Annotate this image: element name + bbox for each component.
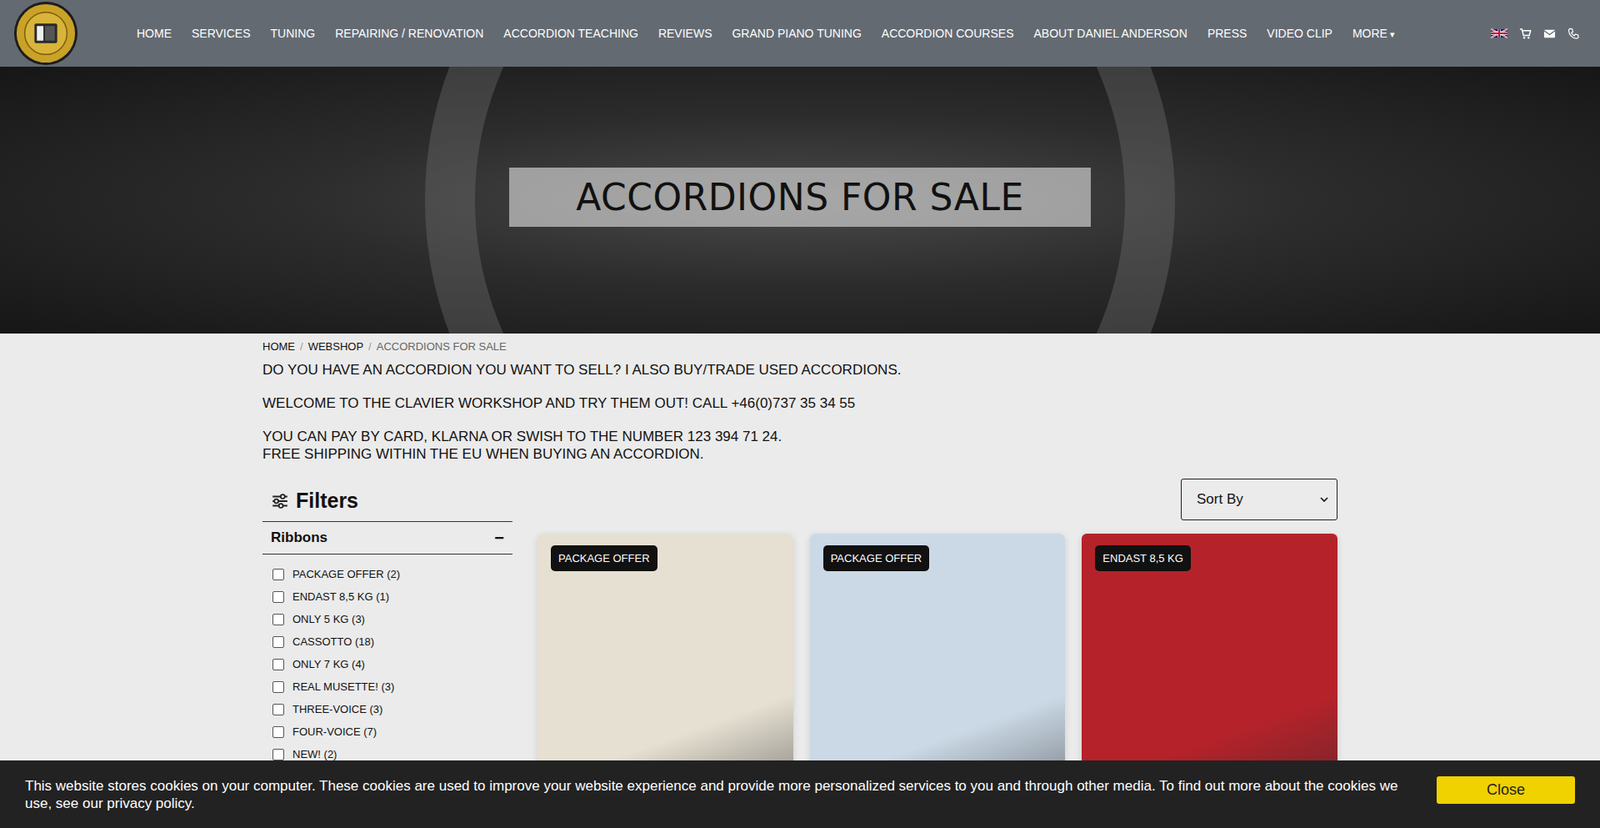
filter-list: PACKAGE OFFER (2) ENDAST 8,5 KG (1) ONLY 5… (262, 554, 513, 765)
breadcrumb: HOME / WEBSHOP / ACCORDIONS FOR SALE (262, 340, 1338, 353)
filter-label: FOUR-VOICE (7) (292, 725, 377, 738)
nav-item[interactable]: TUNING (270, 26, 316, 40)
intro-line: YOU CAN PAY BY CARD, KLARNA OR SWISH TO … (262, 427, 1338, 445)
nav-item[interactable]: SERVICES (191, 26, 251, 40)
filter-label: ENDAST 8,5 KG (1) (292, 590, 390, 603)
ribbon-badge: PACKAGE OFFER (550, 545, 658, 571)
checkbox[interactable] (272, 613, 285, 625)
close-button[interactable]: Close (1436, 775, 1575, 804)
checkbox[interactable] (272, 703, 285, 715)
filter-item[interactable]: THREE-VOICE (3) (272, 697, 513, 720)
breadcrumb-item[interactable]: WEBSHOP (308, 340, 364, 353)
content: HOME / WEBSHOP / ACCORDIONS FOR SALE DO YOU H… (262, 333, 1338, 828)
hero-banner: ACCORDIONS FOR SALE (0, 66, 1600, 334)
filter-label: NEW! (2) (292, 747, 337, 760)
header-icons (1490, 27, 1587, 40)
nav-item[interactable]: GRAND PIANO TUNING (731, 26, 861, 40)
phone-icon[interactable] (1567, 27, 1580, 40)
chevron-down-icon (1320, 496, 1329, 502)
logo-icon[interactable] (13, 0, 79, 66)
envelope-icon[interactable] (1543, 27, 1556, 40)
collapse-toggle[interactable]: − (494, 529, 505, 546)
nav-item[interactable]: REVIEWS (658, 26, 713, 40)
checkbox[interactable] (272, 748, 285, 760)
nav-item[interactable]: PRESS (1207, 26, 1247, 40)
intro-line: DO YOU HAVE AN ACCORDION YOU WANT TO SEL… (262, 360, 1338, 379)
filter-label: REAL MUSETTE! (3) (292, 680, 395, 693)
nav-item[interactable]: ACCORDION TEACHING (503, 26, 639, 40)
cookie-text: This website stores cookies on your comp… (25, 776, 1417, 812)
filter-label: PACKAGE OFFER (2) (292, 567, 400, 580)
filter-item[interactable]: PACKAGE OFFER (2) (272, 562, 513, 585)
caret-icon: ▾ (1390, 29, 1395, 40)
uk-flag-icon[interactable] (1490, 28, 1508, 39)
filter-label: THREE-VOICE (3) (292, 702, 383, 715)
filter-item[interactable]: REAL MUSETTE! (3) (272, 675, 513, 698)
hero-title: ACCORDIONS FOR SALE (509, 167, 1090, 227)
checkbox[interactable] (272, 590, 285, 603)
filter-item[interactable]: ENDAST 8,5 KG (1) (272, 585, 513, 608)
nav-item[interactable]: ACCORDION COURSES (881, 26, 1015, 40)
filter-item[interactable]: CASSOTTO (18) (272, 630, 513, 653)
filter-label: ONLY 7 KG (4) (292, 657, 365, 670)
breadcrumb-item: ACCORDIONS FOR SALE (376, 340, 507, 353)
cookie-banner: This website stores cookies on your comp… (0, 760, 1600, 828)
nav-item[interactable]: MORE▾ (1352, 26, 1395, 40)
sort-placeholder: Sort By (1196, 490, 1244, 508)
main-nav: HOME SERVICES TUNING REPAIRING / RENOVATION… (136, 26, 1395, 40)
checkbox[interactable] (272, 725, 285, 738)
filter-item[interactable]: FOUR-VOICE (7) (272, 720, 513, 743)
sort-row: Sort By (537, 478, 1338, 520)
filter-item[interactable]: ONLY 5 KG (3) (272, 607, 513, 630)
cart-icon[interactable] (1519, 27, 1532, 40)
breadcrumb-separator: / (300, 340, 304, 353)
intro-text: DO YOU HAVE AN ACCORDION YOU WANT TO SEL… (262, 360, 1338, 463)
nav-item[interactable]: ABOUT DANIEL ANDERSON (1033, 26, 1187, 40)
header: HOME SERVICES TUNING REPAIRING / RENOVATION… (0, 0, 1600, 67)
filter-item[interactable]: ONLY 7 KG (4) (272, 652, 513, 675)
nav-item[interactable]: HOME (136, 26, 172, 40)
checkbox[interactable] (272, 568, 285, 580)
filters-heading: Filters (295, 488, 359, 513)
breadcrumb-item[interactable]: HOME (262, 340, 295, 353)
nav-item[interactable]: VIDEO CLIP (1266, 26, 1333, 40)
page: HOME SERVICES TUNING REPAIRING / RENOVATION… (0, 0, 1600, 828)
intro-line: FREE SHIPPING WITHIN THE EU WHEN BUYING … (262, 445, 1338, 463)
checkbox[interactable] (272, 658, 285, 670)
ribbons-header[interactable]: Ribbons − (262, 521, 513, 555)
sort-select[interactable]: Sort By (1180, 478, 1338, 520)
ribbon-badge: ENDAST 8,5 KG (1095, 545, 1191, 571)
filter-label: ONLY 5 KG (3) (292, 612, 365, 625)
checkbox[interactable] (272, 680, 285, 693)
checkbox[interactable] (272, 635, 285, 648)
intro-line: WELCOME TO THE CLAVIER WORKSHOP AND TRY … (262, 394, 1338, 412)
section-title: Ribbons (270, 529, 328, 546)
filter-label: CASSOTTO (18) (292, 635, 375, 648)
ribbon-badge: PACKAGE OFFER (823, 545, 930, 571)
sliders-icon (270, 491, 290, 510)
nav-item[interactable]: REPAIRING / RENOVATION (335, 26, 484, 40)
breadcrumb-separator: / (368, 340, 372, 353)
filters-title: Filters (262, 478, 513, 522)
